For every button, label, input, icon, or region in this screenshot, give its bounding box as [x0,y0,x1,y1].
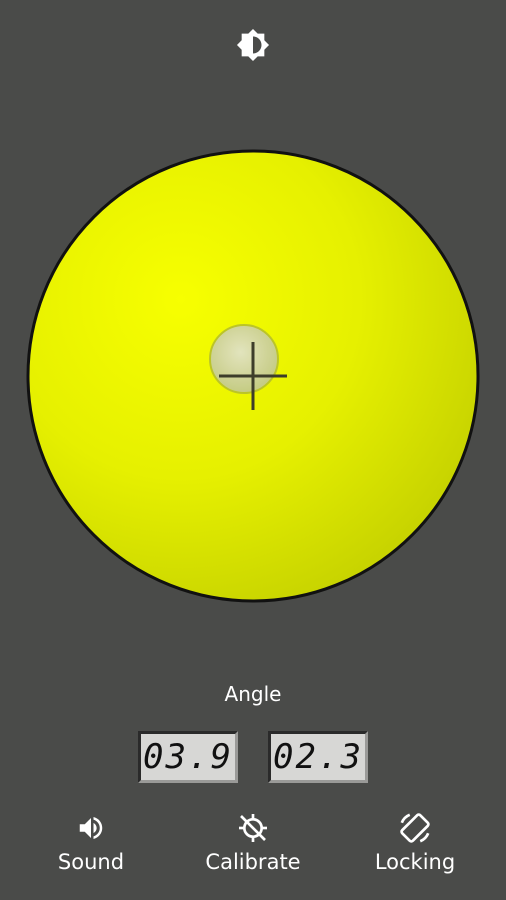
rotation-lock-icon [397,808,433,848]
bubble-level-screen: Angle 03.9 02.3 Sound Calibrate Locking [0,0,506,900]
bubble-level-dial [26,149,480,603]
locking-button[interactable]: Locking [345,808,485,888]
sound-label: Sound [57,850,125,874]
brightness-button[interactable] [233,27,273,67]
sound-button[interactable]: Sound [21,808,161,888]
level-bubble [209,324,279,394]
angle-label: Angle [224,682,282,706]
angle-x-display: 03.9 [138,731,238,783]
angle-y-display: 02.3 [268,731,368,783]
calibrate-label: Calibrate [205,850,301,874]
locking-label: Locking [374,850,456,874]
calibrate-icon [235,808,271,848]
calibrate-button[interactable]: Calibrate [183,808,323,888]
brightness-icon [236,28,270,66]
speaker-icon [73,808,109,848]
